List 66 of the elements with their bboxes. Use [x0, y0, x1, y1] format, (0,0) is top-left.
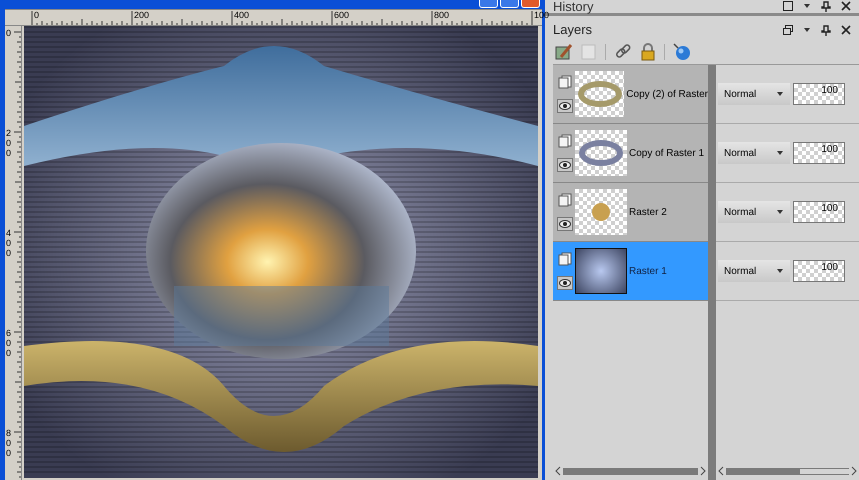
opacity-field[interactable]: 100 [793, 83, 845, 105]
eye-icon [559, 279, 571, 287]
close-icon[interactable] [841, 1, 851, 11]
ruler-label: 400 [234, 11, 250, 20]
blend-mode-dropdown[interactable]: Normal [718, 142, 790, 164]
panel-title: History [553, 0, 594, 12]
layer-thumbnail [575, 248, 627, 294]
blend-mode-dropdown[interactable]: Normal [718, 201, 790, 223]
visibility-toggle[interactable] [557, 158, 573, 172]
caret-icon[interactable] [803, 3, 811, 9]
layer-row[interactable]: Raster 1 [553, 242, 708, 301]
scroll-left-icon[interactable] [555, 466, 561, 476]
ruler-label: 0 [6, 28, 12, 38]
layer-name: Raster 2 [629, 206, 667, 220]
layer-name: Copy of Raster 1 [629, 146, 704, 160]
layer-thumbnail [575, 130, 627, 176]
caret-icon[interactable] [776, 209, 784, 215]
ruler-label: 800 [434, 11, 450, 20]
maximize-button[interactable] [500, 0, 519, 8]
layer-thumbnail [575, 71, 624, 117]
close-icon[interactable] [841, 25, 851, 35]
ball-icon[interactable] [673, 43, 691, 61]
visibility-toggle[interactable] [557, 276, 573, 290]
eye-icon [559, 161, 571, 169]
scroll-right-icon[interactable] [851, 466, 857, 476]
ruler-label: 400 [6, 228, 12, 258]
layer-name: Copy (2) of Raster [626, 88, 708, 102]
layer-icon[interactable] [558, 193, 572, 207]
ruler-label: 0 [34, 11, 40, 20]
eye-icon [559, 102, 571, 110]
visibility-toggle[interactable] [557, 217, 573, 231]
caret-icon[interactable] [803, 27, 811, 33]
minimize-button[interactable] [479, 0, 498, 8]
caret-icon[interactable] [776, 150, 784, 156]
scroll-right-icon[interactable] [700, 466, 706, 476]
layer-name: Raster 1 [629, 264, 667, 278]
blend-mode-dropdown[interactable]: Normal [718, 260, 790, 282]
scroll-left-icon[interactable] [718, 466, 724, 476]
layer-row[interactable]: Copy of Raster 1 [553, 124, 708, 183]
blend-mode-dropdown[interactable]: Normal [718, 83, 790, 105]
restore-icon[interactable] [783, 25, 793, 35]
new-layer-brush-icon[interactable] [555, 43, 573, 61]
ruler-label: 200 [134, 11, 150, 20]
pin-icon[interactable] [821, 24, 831, 36]
float-icon[interactable] [783, 1, 793, 11]
ruler-label: 800 [6, 428, 12, 458]
layer-row[interactable]: Copy (2) of Raster [553, 65, 708, 124]
layer-icon[interactable] [558, 252, 572, 266]
ruler-label: 200 [6, 128, 12, 158]
layer-icon[interactable] [558, 134, 572, 148]
layer-icon[interactable] [558, 75, 572, 89]
pin-icon[interactable] [821, 0, 831, 12]
layer-thumbnail [575, 189, 627, 235]
ruler-label: 600 [334, 11, 350, 20]
opacity-field[interactable]: 100 [793, 201, 845, 223]
opacity-field[interactable]: 100 [793, 142, 845, 164]
caret-icon[interactable] [776, 91, 784, 97]
opacity-field[interactable]: 100 [793, 260, 845, 282]
ruler-label: 600 [6, 328, 12, 358]
close-button[interactable] [521, 0, 540, 8]
layer-row[interactable]: Raster 2 [553, 183, 708, 242]
caret-icon[interactable] [776, 268, 784, 274]
eye-icon [559, 220, 571, 228]
visibility-toggle[interactable] [557, 99, 573, 113]
lock-icon[interactable] [640, 43, 656, 61]
panel-title: Layers [553, 21, 594, 40]
